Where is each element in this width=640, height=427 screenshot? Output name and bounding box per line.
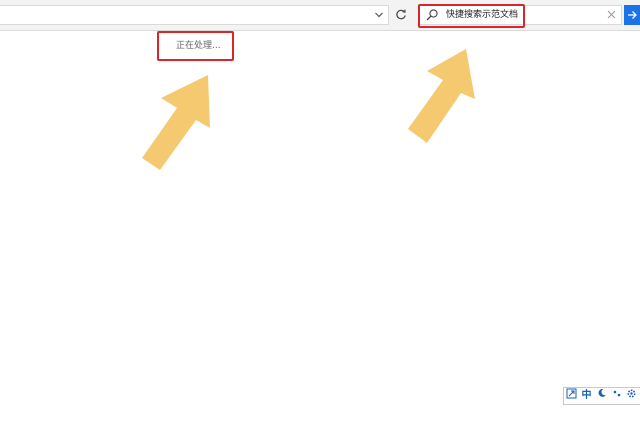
arrow-right-icon [627,11,637,19]
search-go-button[interactable] [624,5,640,25]
ime-switch-icon[interactable] [564,388,579,404]
ime-mode-label[interactable]: 中 [579,388,594,404]
moon-icon[interactable] [594,388,609,404]
toolbar: 快捷搜索示范文档 [0,0,640,31]
settings-gear-icon[interactable] [624,388,639,404]
close-icon[interactable] [605,6,617,24]
punctuation-icon[interactable] [609,388,624,404]
pointer-arrow-status [142,75,210,170]
pointer-arrow-search [408,49,475,143]
ime-toolbar: 中 [563,387,640,405]
address-bar[interactable] [0,5,389,25]
refresh-icon [396,9,406,20]
search-highlight-box [418,4,525,28]
chevron-down-icon[interactable] [374,9,384,21]
refresh-button[interactable] [391,5,411,25]
status-highlight-box [157,31,234,61]
